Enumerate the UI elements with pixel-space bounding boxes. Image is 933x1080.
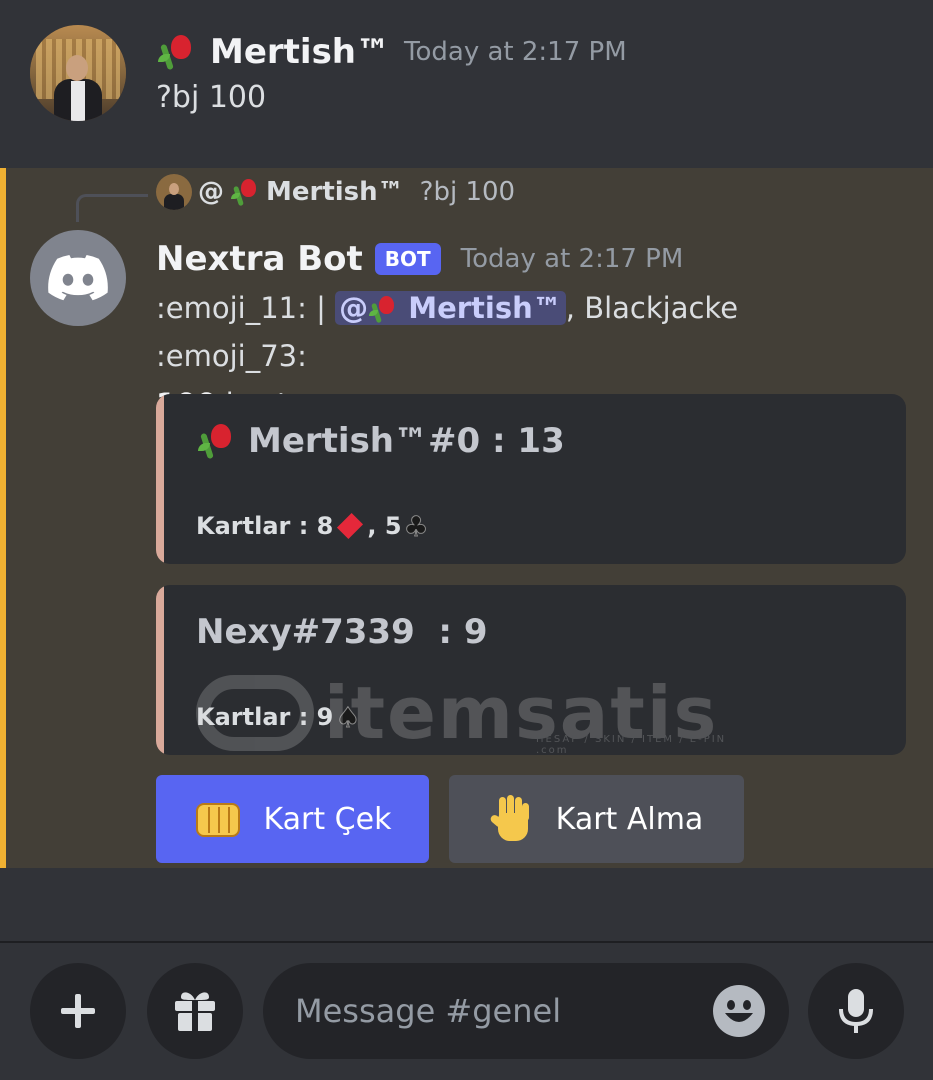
message-header: Mertish™ Today at 2:17 PM bbox=[156, 30, 627, 74]
reply-avatar bbox=[156, 174, 192, 210]
message-composer bbox=[0, 943, 933, 1080]
reply-text: ?bj 100 bbox=[419, 177, 516, 207]
rose-emoji-icon bbox=[230, 177, 260, 207]
bot-message: @ Mertish™ ?bj 100 Nextra Bot BOT Today … bbox=[0, 168, 933, 868]
embed-title: Mertish™#0 : 13 bbox=[196, 418, 565, 464]
message-input-container[interactable] bbox=[263, 963, 789, 1059]
spade-suit-icon: ♠ bbox=[335, 700, 361, 734]
microphone-icon bbox=[839, 989, 873, 1033]
draw-card-button[interactable]: Kart Çek bbox=[156, 775, 429, 863]
rose-emoji-icon bbox=[156, 32, 196, 72]
message-content: ?bj 100 bbox=[156, 80, 267, 115]
plus-icon bbox=[61, 994, 95, 1028]
emoji-icon bbox=[714, 986, 764, 1036]
embed-accent-bar bbox=[156, 585, 164, 755]
club-suit-icon: ♣ bbox=[403, 509, 429, 543]
rose-emoji-icon bbox=[368, 294, 398, 324]
message-input[interactable] bbox=[295, 987, 695, 1035]
emoji-button[interactable] bbox=[713, 985, 765, 1037]
player-score: Mertish™#0 : 13 bbox=[248, 421, 565, 461]
reply-mention-prefix: @ bbox=[198, 177, 224, 207]
user-mention[interactable]: @ Mertish™ bbox=[335, 291, 566, 325]
cards-label: Kartlar : 9 bbox=[196, 703, 334, 731]
draw-card-label: Kart Çek bbox=[263, 801, 392, 837]
rose-emoji-icon bbox=[196, 421, 236, 461]
bot-avatar[interactable] bbox=[30, 230, 126, 326]
mention-prefix: @ bbox=[339, 291, 369, 325]
user-message: Mertish™ Today at 2:17 PM ?bj 100 bbox=[0, 0, 933, 168]
discord-chat-screen: Mertish™ Today at 2:17 PM ?bj 100 @ Mert… bbox=[0, 0, 933, 1080]
dealer-cards: Kartlar : 9 ♠ bbox=[196, 697, 361, 737]
reply-username: Mertish™ bbox=[266, 177, 404, 207]
stand-label: Kart Alma bbox=[555, 801, 704, 837]
chat-bottom-space bbox=[0, 868, 933, 942]
gift-button[interactable] bbox=[147, 963, 243, 1059]
reply-reference[interactable]: @ Mertish™ ?bj 100 bbox=[156, 172, 515, 212]
stand-button[interactable]: Kart Alma bbox=[449, 775, 744, 863]
dealer-score: Nexy#7339 : 9 bbox=[196, 612, 488, 652]
embed-title: Nexy#7339 : 9 bbox=[196, 609, 488, 655]
fist-emoji-icon bbox=[194, 799, 242, 839]
message-timestamp: Today at 2:17 PM bbox=[404, 37, 627, 67]
cards-separator: , 5 bbox=[367, 512, 402, 540]
discord-logo-icon bbox=[48, 255, 108, 301]
username[interactable]: Mertish™ bbox=[210, 32, 390, 72]
raised-hand-emoji-icon bbox=[488, 795, 534, 843]
user-avatar[interactable] bbox=[30, 25, 126, 121]
bot-message-header: Nextra Bot BOT Today at 2:17 PM bbox=[156, 234, 683, 284]
player-hand-embed: Mertish™#0 : 13 Kartlar : 8 , 5 ♣ bbox=[156, 394, 906, 564]
message-text-prefix: :emoji_11: | bbox=[156, 291, 336, 325]
bot-username[interactable]: Nextra Bot bbox=[156, 239, 363, 279]
bot-message-timestamp: Today at 2:17 PM bbox=[460, 244, 684, 274]
cards-label: Kartlar : 8 bbox=[196, 512, 334, 540]
dealer-hand-embed: Nexy#7339 : 9 Kartlar : 9 ♠ bbox=[156, 585, 906, 755]
voice-message-button[interactable] bbox=[808, 963, 904, 1059]
embed-accent-bar bbox=[156, 394, 164, 564]
mention-username: Mertish™ bbox=[408, 291, 562, 325]
player-cards: Kartlar : 8 , 5 ♣ bbox=[196, 506, 429, 546]
attach-button[interactable] bbox=[30, 963, 126, 1059]
bot-badge: BOT bbox=[374, 243, 441, 275]
diamond-suit-icon bbox=[337, 512, 364, 540]
mention-highlight-bar bbox=[0, 168, 6, 868]
reply-connector bbox=[76, 194, 148, 222]
gift-icon bbox=[175, 992, 215, 1031]
